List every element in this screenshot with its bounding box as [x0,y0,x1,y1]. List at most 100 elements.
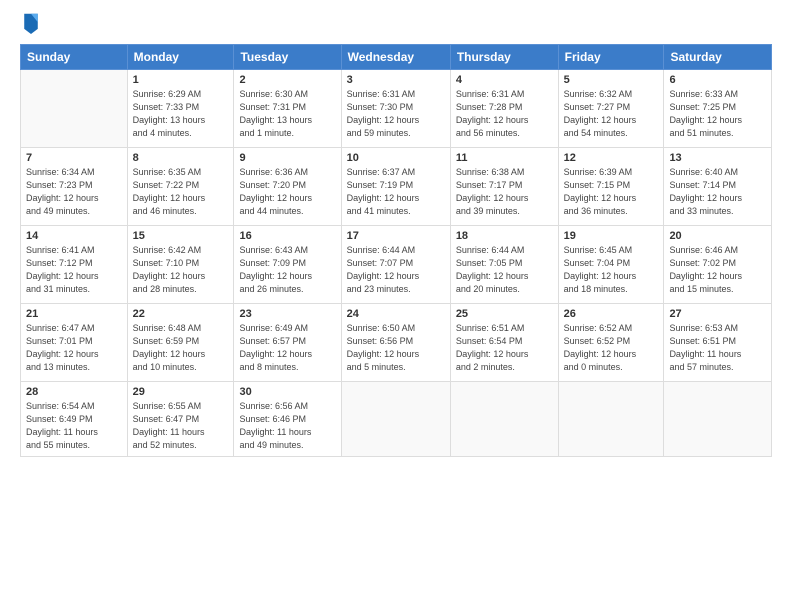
day-cell: 28 Sunrise: 6:54 AM Sunset: 6:49 PM Dayli… [21,382,128,457]
day-info: Sunrise: 6:47 AM Sunset: 7:01 PM Dayligh… [26,322,122,374]
day-number: 18 [456,230,553,242]
day-info: Sunrise: 6:36 AM Sunset: 7:20 PM Dayligh… [239,166,335,218]
day-info: Sunrise: 6:55 AM Sunset: 6:47 PM Dayligh… [133,400,229,452]
day-cell [21,70,128,148]
day-cell: 17Sunrise: 6:44 AM Sunset: 7:07 PM Dayli… [341,226,450,304]
day-cell: 4 Sunrise: 6:31 AM Sunset: 7:28 PM Daylig… [450,70,558,148]
day-number: 3 [347,74,445,86]
col-header-monday: Monday [127,45,234,70]
day-info: Sunrise: 6:40 AM Sunset: 7:14 PM Dayligh… [669,166,766,218]
day-info: Sunrise: 6:35 AM Sunset: 7:22 PM Dayligh… [133,166,229,218]
day-info: Sunrise: 6:54 AM Sunset: 6:49 PM Dayligh… [26,400,122,452]
logo [20,16,40,34]
day-info: Sunrise: 6:33 AM Sunset: 7:25 PM Dayligh… [669,88,766,140]
day-cell: 20Sunrise: 6:46 AM Sunset: 7:02 PM Dayli… [664,226,772,304]
day-cell: 26 Sunrise: 6:52 AM Sunset: 6:52 PM Dayli… [558,304,664,382]
calendar-page: SundayMondayTuesdayWednesdayThursdayFrid… [0,0,792,612]
day-cell: 27 Sunrise: 6:53 AM Sunset: 6:51 PM Dayli… [664,304,772,382]
day-cell: 2 Sunrise: 6:30 AM Sunset: 7:31 PM Daylig… [234,70,341,148]
day-number: 30 [239,386,335,398]
calendar-table: SundayMondayTuesdayWednesdayThursdayFrid… [20,44,772,457]
col-header-sunday: Sunday [21,45,128,70]
day-number: 19 [564,230,659,242]
col-header-thursday: Thursday [450,45,558,70]
day-info: Sunrise: 6:56 AM Sunset: 6:46 PM Dayligh… [239,400,335,452]
col-header-saturday: Saturday [664,45,772,70]
day-info: Sunrise: 6:31 AM Sunset: 7:30 PM Dayligh… [347,88,445,140]
day-cell: 25Sunrise: 6:51 AM Sunset: 6:54 PM Dayli… [450,304,558,382]
week-row-2: 7 Sunrise: 6:34 AM Sunset: 7:23 PM Daylig… [21,148,772,226]
day-number: 21 [26,308,122,320]
day-number: 26 [564,308,659,320]
day-info: Sunrise: 6:52 AM Sunset: 6:52 PM Dayligh… [564,322,659,374]
week-row-4: 21 Sunrise: 6:47 AM Sunset: 7:01 PM Dayli… [21,304,772,382]
day-number: 9 [239,152,335,164]
day-cell: 10 Sunrise: 6:37 AM Sunset: 7:19 PM Dayli… [341,148,450,226]
day-number: 23 [239,308,335,320]
day-info: Sunrise: 6:31 AM Sunset: 7:28 PM Dayligh… [456,88,553,140]
day-cell [341,382,450,457]
day-number: 27 [669,308,766,320]
day-info: Sunrise: 6:53 AM Sunset: 6:51 PM Dayligh… [669,322,766,374]
day-info: Sunrise: 6:50 AM Sunset: 6:56 PM Dayligh… [347,322,445,374]
day-cell: 23 Sunrise: 6:49 AM Sunset: 6:57 PM Dayli… [234,304,341,382]
week-row-3: 14Sunrise: 6:41 AM Sunset: 7:12 PM Dayli… [21,226,772,304]
day-number: 2 [239,74,335,86]
day-number: 1 [133,74,229,86]
col-header-friday: Friday [558,45,664,70]
day-number: 5 [564,74,659,86]
day-cell: 9 Sunrise: 6:36 AM Sunset: 7:20 PM Daylig… [234,148,341,226]
day-cell: 3 Sunrise: 6:31 AM Sunset: 7:30 PM Daylig… [341,70,450,148]
week-row-1: 1 Sunrise: 6:29 AM Sunset: 7:33 PM Daylig… [21,70,772,148]
col-header-tuesday: Tuesday [234,45,341,70]
day-number: 17 [347,230,445,242]
day-info: Sunrise: 6:49 AM Sunset: 6:57 PM Dayligh… [239,322,335,374]
day-cell: 13 Sunrise: 6:40 AM Sunset: 7:14 PM Dayli… [664,148,772,226]
day-cell: 12 Sunrise: 6:39 AM Sunset: 7:15 PM Dayli… [558,148,664,226]
day-cell: 19 Sunrise: 6:45 AM Sunset: 7:04 PM Dayli… [558,226,664,304]
day-number: 12 [564,152,659,164]
day-cell: 24 Sunrise: 6:50 AM Sunset: 6:56 PM Dayli… [341,304,450,382]
day-cell: 7 Sunrise: 6:34 AM Sunset: 7:23 PM Daylig… [21,148,128,226]
day-cell: 1 Sunrise: 6:29 AM Sunset: 7:33 PM Daylig… [127,70,234,148]
logo-icon [22,12,40,34]
day-number: 11 [456,152,553,164]
day-number: 29 [133,386,229,398]
day-cell: 5Sunrise: 6:32 AM Sunset: 7:27 PM Daylig… [558,70,664,148]
day-cell: 16Sunrise: 6:43 AM Sunset: 7:09 PM Dayli… [234,226,341,304]
day-cell: 18 Sunrise: 6:44 AM Sunset: 7:05 PM Dayli… [450,226,558,304]
day-info: Sunrise: 6:29 AM Sunset: 7:33 PM Dayligh… [133,88,229,140]
day-info: Sunrise: 6:48 AM Sunset: 6:59 PM Dayligh… [133,322,229,374]
day-cell [664,382,772,457]
day-cell: 22 Sunrise: 6:48 AM Sunset: 6:59 PM Dayli… [127,304,234,382]
day-cell: 15Sunrise: 6:42 AM Sunset: 7:10 PM Dayli… [127,226,234,304]
day-number: 14 [26,230,122,242]
day-number: 28 [26,386,122,398]
day-info: Sunrise: 6:37 AM Sunset: 7:19 PM Dayligh… [347,166,445,218]
day-number: 22 [133,308,229,320]
week-row-5: 28 Sunrise: 6:54 AM Sunset: 6:49 PM Dayli… [21,382,772,457]
day-cell: 11Sunrise: 6:38 AM Sunset: 7:17 PM Dayli… [450,148,558,226]
day-number: 4 [456,74,553,86]
day-info: Sunrise: 6:51 AM Sunset: 6:54 PM Dayligh… [456,322,553,374]
day-info: Sunrise: 6:34 AM Sunset: 7:23 PM Dayligh… [26,166,122,218]
day-info: Sunrise: 6:43 AM Sunset: 7:09 PM Dayligh… [239,244,335,296]
day-info: Sunrise: 6:30 AM Sunset: 7:31 PM Dayligh… [239,88,335,140]
col-header-wednesday: Wednesday [341,45,450,70]
day-number: 7 [26,152,122,164]
day-number: 8 [133,152,229,164]
day-number: 13 [669,152,766,164]
day-info: Sunrise: 6:44 AM Sunset: 7:05 PM Dayligh… [456,244,553,296]
day-number: 15 [133,230,229,242]
day-cell [558,382,664,457]
day-info: Sunrise: 6:39 AM Sunset: 7:15 PM Dayligh… [564,166,659,218]
header-row: SundayMondayTuesdayWednesdayThursdayFrid… [21,45,772,70]
day-cell: 21 Sunrise: 6:47 AM Sunset: 7:01 PM Dayli… [21,304,128,382]
header [20,16,772,34]
day-cell: 29 Sunrise: 6:55 AM Sunset: 6:47 PM Dayli… [127,382,234,457]
day-cell: 6Sunrise: 6:33 AM Sunset: 7:25 PM Daylig… [664,70,772,148]
day-info: Sunrise: 6:46 AM Sunset: 7:02 PM Dayligh… [669,244,766,296]
day-info: Sunrise: 6:45 AM Sunset: 7:04 PM Dayligh… [564,244,659,296]
day-number: 10 [347,152,445,164]
day-number: 24 [347,308,445,320]
